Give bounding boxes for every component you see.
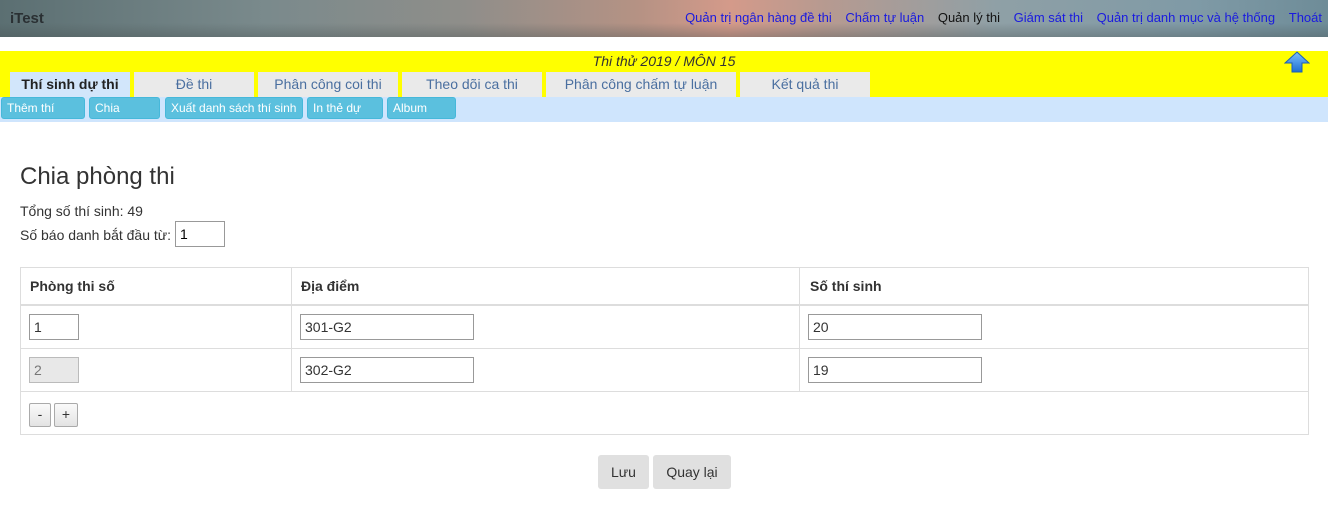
topnav-exam-monitoring[interactable]: Giám sát thi — [1014, 10, 1083, 25]
page-title: Chia phòng thi — [20, 163, 175, 190]
scroll-up-arrow-icon[interactable] — [1284, 51, 1310, 73]
print-exam-card-button[interactable]: In thẻ dự thi — [307, 97, 383, 136]
export-candidate-list-button[interactable]: Xuất danh sách thí sinh — [165, 97, 303, 119]
tab-candidates[interactable]: Thí sinh dự thi — [10, 72, 130, 97]
save-button[interactable]: Lưu — [598, 455, 649, 489]
tab-results[interactable]: Kết quả thi — [740, 72, 870, 97]
total-candidates-text: Tổng số thí sinh: 49 — [20, 203, 143, 219]
topnav-exam-management[interactable]: Quản lý thi — [938, 10, 1000, 25]
top-banner: iTest Quản trị ngân hàng đề thi Chấm tự … — [0, 0, 1328, 37]
header-divider — [21, 304, 1308, 306]
action-bar: Thêm thí sinh Chia phòng Xuất danh sách … — [0, 97, 1328, 136]
row-divider — [21, 391, 1308, 392]
add-candidate-button[interactable]: Thêm thí sinh — [1, 97, 85, 136]
tab-essay-grading-assignment[interactable]: Phân công chấm tự luận — [546, 72, 736, 97]
exam-tabs: Thí sinh dự thi Đề thi Phân công coi thi Th… — [10, 72, 874, 97]
exam-header-bar: Thi thử 2019 / MÔN 15 Thí sinh dự thi Đề … — [0, 51, 1328, 97]
exam-title: Thi thử 2019 / MÔN 15 — [592, 53, 736, 69]
header-candidate-count: Số thí sinh — [810, 278, 882, 294]
location-input[interactable] — [300, 314, 474, 340]
split-rooms-button[interactable]: Chia phòng — [89, 97, 160, 136]
topnav-question-bank[interactable]: Quản trị ngân hàng đề thi — [685, 10, 832, 25]
photo-album-button[interactable]: Album ảnh — [387, 97, 456, 136]
room-number-input[interactable] — [29, 314, 79, 340]
topnav-logout[interactable]: Thoát — [1289, 10, 1322, 25]
top-nav: Quản trị ngân hàng đề thi Chấm tự luận Q… — [685, 10, 1328, 28]
location-input[interactable] — [300, 357, 474, 383]
back-button[interactable]: Quay lại — [653, 455, 731, 489]
topnav-essay-grading[interactable]: Chấm tự luận — [845, 10, 924, 25]
start-number-label: Số báo danh bắt đầu từ: — [20, 227, 172, 243]
candidate-count-input[interactable] — [808, 357, 982, 383]
column-divider — [799, 268, 800, 392]
room-number-input — [29, 357, 79, 383]
tab-session-tracking[interactable]: Theo dõi ca thi — [402, 72, 542, 97]
header-room-number: Phòng thi số — [30, 278, 115, 294]
brand-logo: iTest — [10, 10, 44, 27]
row-divider — [21, 348, 1308, 349]
tab-proctor-assignment[interactable]: Phân công coi thi — [258, 72, 398, 97]
remove-room-button[interactable]: - — [29, 403, 51, 427]
column-divider — [291, 268, 292, 392]
header-location: Địa điểm — [301, 278, 360, 294]
rooms-table: Phòng thi số Địa điểm Số thí sinh - + — [20, 267, 1309, 435]
add-room-button[interactable]: + — [54, 403, 78, 427]
tab-exam-papers[interactable]: Đề thi — [134, 72, 254, 97]
topnav-system-admin[interactable]: Quản trị danh mục và hệ thống — [1097, 10, 1276, 25]
start-number-input[interactable] — [175, 221, 225, 247]
candidate-count-input[interactable] — [808, 314, 982, 340]
